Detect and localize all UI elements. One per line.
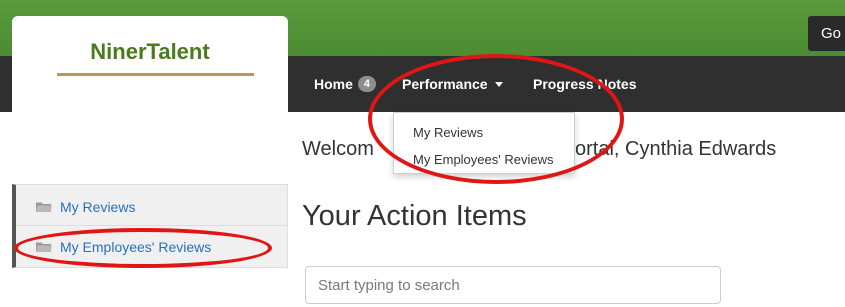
nav-home-label: Home — [314, 76, 353, 92]
dropdown-item-my-employees-reviews[interactable]: My Employees' Reviews — [413, 152, 553, 167]
sidebar-item-my-employees-reviews[interactable]: My Employees' Reviews — [36, 239, 211, 255]
page-title: Your Action Items — [302, 200, 527, 232]
sidebar-item-label: My Employees' Reviews — [60, 239, 212, 255]
go-button[interactable]: Go — [808, 16, 845, 51]
sidebar-item-my-reviews[interactable]: My Reviews — [36, 199, 135, 215]
home-count-badge: 4 — [357, 76, 377, 92]
sidebar: My Reviews My Employees' Reviews — [12, 184, 288, 268]
divider — [16, 225, 288, 226]
welcome-text-left: Welcom — [302, 138, 374, 160]
nav-performance-label: Performance — [402, 76, 488, 92]
nav-home[interactable]: Home 4 — [314, 76, 377, 92]
nav-progress-label: Progress Notes — [533, 76, 637, 92]
logo-text: NinerTalent — [90, 39, 210, 64]
go-button-label: Go — [821, 25, 842, 42]
search-input[interactable] — [305, 266, 721, 304]
sidebar-item-label: My Reviews — [60, 199, 136, 215]
folder-icon — [36, 242, 52, 252]
nav-performance[interactable]: Performance — [402, 76, 503, 92]
dropdown-item-my-reviews[interactable]: My Reviews — [413, 125, 483, 140]
performance-dropdown-menu: My Reviews My Employees' Reviews — [393, 112, 575, 174]
welcome-text-right: ortal, Cynthia Edwards — [575, 138, 777, 160]
nav-progress-notes[interactable]: Progress Notes — [533, 76, 636, 92]
folder-icon — [36, 202, 52, 212]
logo-underline — [57, 73, 254, 76]
logo-box[interactable]: NinerTalent — [12, 16, 288, 116]
caret-down-icon — [494, 81, 503, 87]
